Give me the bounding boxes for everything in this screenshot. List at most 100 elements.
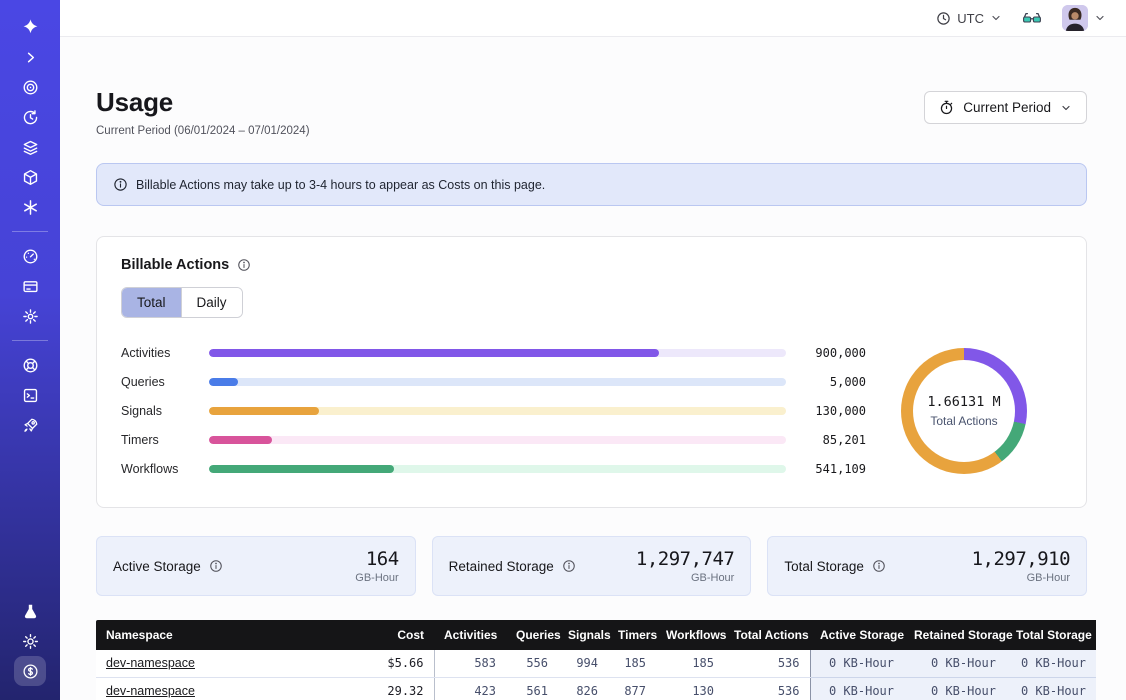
theme-sun-icon[interactable] [14,626,46,656]
bar-row-signals: Signals 130,000 [121,396,866,425]
settings-gear-icon[interactable] [14,301,46,331]
bar-track [209,407,786,415]
retained-storage-cell: 0 KB-Hour [904,650,1006,677]
page-title: Usage [96,87,310,118]
info-icon[interactable] [237,258,251,272]
bar-track [209,349,786,357]
docs-console-icon[interactable] [14,380,46,410]
bar-track [209,465,786,473]
nexus-asterisk-icon[interactable] [14,192,46,222]
active-storage-label: Active Storage [113,559,201,574]
col-activities: Activities [434,620,506,650]
donut-chart-area: 1.66131 M Total Actions [866,348,1062,474]
workflows-cell: 185 [656,650,724,677]
cube-icon[interactable] [14,162,46,192]
bar-label: Workflows [121,462,209,476]
lab-flask-icon[interactable] [14,596,46,626]
total-storage-value: 1,297,910 [972,548,1070,570]
rocket-icon[interactable] [14,410,46,440]
sidebar [0,0,60,700]
temporal-logo-icon[interactable] [14,12,46,42]
bar-label: Signals [121,404,209,418]
billing-card-icon[interactable] [14,271,46,301]
bar-fill [209,436,272,444]
table-row: dev-namespace 29.32 423 561 826 877 130 … [96,677,1096,700]
queries-cell: 556 [506,650,558,677]
clock-icon [936,11,951,26]
timezone-selector[interactable]: UTC [936,11,1002,26]
bar-fill [209,349,659,357]
info-banner: Billable Actions may take up to 3-4 hour… [96,163,1087,206]
retention-timer-icon[interactable] [14,102,46,132]
retained-storage-unit: GB-Hour [636,572,734,584]
bar-value: 900,000 [802,346,866,360]
chevron-down-icon [990,12,1002,24]
bar-value: 541,109 [802,462,866,476]
glasses-icon [1022,10,1042,26]
chevron-down-icon [1094,12,1106,24]
stacked-layers-icon[interactable] [14,132,46,162]
tab-daily[interactable]: Daily [182,288,242,317]
stopwatch-icon [939,100,954,115]
signals-cell: 826 [558,677,608,700]
active-storage-cell: 0 KB-Hour [810,677,904,700]
col-namespace: Namespace [96,620,344,650]
usage-page: Usage Current Period (06/01/2024 – 07/01… [60,37,1126,700]
activities-cell: 423 [434,677,506,700]
page-subtitle: Current Period (06/01/2024 – 07/01/2024) [96,125,310,137]
billable-actions-chart: Activities 900,000 Queries 5,000 Signals… [121,338,1062,483]
info-icon[interactable] [562,559,576,573]
bar-fill [209,407,319,415]
donut-chart: 1.66131 M Total Actions [901,348,1027,474]
activities-cell: 583 [434,650,506,677]
bar-label: Activities [121,346,209,360]
bar-value: 85,201 [802,433,866,447]
active-storage-cell: 0 KB-Hour [810,650,904,677]
total-storage-card: Total Storage 1,297,910 GB-Hour [767,536,1087,596]
col-total-actions: Total Actions [724,620,810,650]
bar-fill [209,378,238,386]
namespace-link[interactable]: dev-namespace [106,684,195,698]
billable-actions-card: Billable Actions Total Daily Activities … [96,236,1087,508]
col-workflows: Workflows [656,620,724,650]
timers-cell: 877 [608,677,656,700]
total-storage-label: Total Storage [784,559,864,574]
pricing-dollar-icon[interactable] [14,656,46,686]
total-actions-value: 1.66131 M [927,394,1000,410]
period-button-label: Current Period [963,100,1051,115]
info-icon[interactable] [209,559,223,573]
current-period-button[interactable]: Current Period [924,91,1087,124]
timezone-label: UTC [957,11,984,26]
bar-row-workflows: Workflows 541,109 [121,454,866,483]
cost-cell: $5.66 [344,650,434,677]
namespaces-spiral-icon[interactable] [14,72,46,102]
bar-chart: Activities 900,000 Queries 5,000 Signals… [121,338,866,483]
bar-track [209,436,786,444]
info-icon [113,177,128,192]
info-icon[interactable] [872,559,886,573]
bar-track [209,378,786,386]
storage-cards: Active Storage 164 GB-Hour Retained Stor… [96,536,1087,596]
user-menu[interactable] [1062,5,1106,31]
usage-gauge-icon[interactable] [14,241,46,271]
glasses-button[interactable] [1022,10,1042,26]
col-active-storage: Active Storage [810,620,904,650]
tab-total[interactable]: Total [122,288,182,317]
col-cost: Cost [344,620,434,650]
chevron-right-icon[interactable] [14,42,46,72]
topbar: UTC [60,0,1126,37]
bar-value: 130,000 [802,404,866,418]
col-retained-storage: Retained Storage [904,620,1006,650]
namespace-link[interactable]: dev-namespace [106,656,195,670]
total-actions-label: Total Actions [930,414,997,428]
bar-label: Queries [121,375,209,389]
namespace-usage-table: Namespace Cost Activities Queries Signal… [96,620,1096,700]
retained-storage-value: 1,297,747 [636,548,734,570]
col-total-storage: Total Storage [1006,620,1096,650]
cost-cell: 29.32 [344,677,434,700]
sidebar-divider [12,231,48,232]
total-daily-tabs: Total Daily [121,287,243,318]
bar-label: Timers [121,433,209,447]
retained-storage-label: Retained Storage [449,559,554,574]
support-lifering-icon[interactable] [14,350,46,380]
